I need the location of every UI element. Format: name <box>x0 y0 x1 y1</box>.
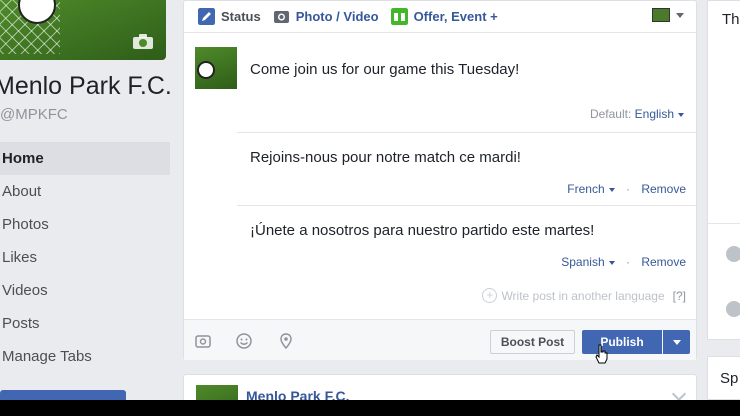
default-language-value[interactable]: English <box>635 107 674 121</box>
nav-item-home[interactable]: Home <box>0 142 170 175</box>
hand-cursor-icon <box>595 344 608 364</box>
page-nav: Home About Photos Likes Videos Posts Man… <box>0 142 170 373</box>
card-title: Sp <box>720 370 739 387</box>
translation-row-french: Rejoins-nous pour notre match ce mardi! … <box>237 132 698 205</box>
boost-post-button[interactable]: Boost Post <box>490 330 575 354</box>
tab-photo-video-label: Photo / Video <box>295 9 379 24</box>
right-sidebar-card: Sp <box>707 356 740 400</box>
location-pin-icon[interactable] <box>278 333 294 349</box>
right-sidebar-card: Th <box>707 0 740 340</box>
tab-offer-event-label: Offer, Event + <box>413 9 498 24</box>
remove-translation-link[interactable]: Remove <box>641 255 686 269</box>
nav-item-photos[interactable]: Photos <box>0 208 170 241</box>
translation-controls: French · Remove <box>567 182 686 196</box>
chevron-down-icon <box>678 112 684 117</box>
publish-options-button[interactable] <box>663 330 690 354</box>
post-composer: Status Photo / Video Offer, Event + Come… <box>183 0 698 364</box>
tab-status-label: Status <box>221 9 261 24</box>
camera-icon[interactable] <box>132 34 154 50</box>
translation-row-spanish: ¡Únete a nosotros para nuestro partido e… <box>237 205 698 278</box>
user-icon <box>726 301 740 317</box>
camera-icon[interactable] <box>195 333 211 349</box>
letterbox-bar <box>0 400 740 416</box>
chevron-down-icon[interactable] <box>671 386 687 402</box>
default-language-label: Default: <box>589 107 632 121</box>
plus-icon: + <box>482 288 498 303</box>
chevron-down-icon <box>608 187 615 192</box>
page-handle[interactable]: @MPKFC <box>0 106 68 123</box>
tab-photo-video[interactable]: Photo / Video <box>273 8 379 25</box>
nav-item-likes[interactable]: Likes <box>0 241 170 274</box>
page-avatar <box>195 47 237 89</box>
composer-tabs: Status Photo / Video Offer, Event + <box>184 1 696 33</box>
nav-item-posts[interactable]: Posts <box>0 307 170 340</box>
user-icon <box>726 246 740 262</box>
pencil-icon <box>198 8 215 25</box>
tab-status[interactable]: Status <box>198 8 261 25</box>
language-selector[interactable]: French <box>567 182 604 196</box>
write-another-language-label: Write post in another language <box>501 288 665 303</box>
divider <box>708 223 740 224</box>
tab-offer-event[interactable]: Offer, Event + <box>390 8 498 25</box>
write-another-language[interactable]: + Write post in another language [?] <box>482 288 686 303</box>
separator-dot: · <box>625 255 630 269</box>
chevron-down-icon <box>608 260 615 265</box>
card-title: Th <box>722 11 740 28</box>
smiley-icon[interactable] <box>236 333 252 349</box>
nav-item-manage-tabs[interactable]: Manage Tabs <box>0 340 170 373</box>
remove-translation-link[interactable]: Remove <box>641 182 686 196</box>
separator-dot: · <box>625 182 630 196</box>
composer-toolbar: Boost Post Publish <box>184 319 696 364</box>
translation-text[interactable]: Rejoins-nous pour notre match ce mardi! <box>250 149 521 166</box>
nav-item-about[interactable]: About <box>0 175 170 208</box>
post-text[interactable]: Come join us for our game this Tuesday! <box>250 61 519 78</box>
help-link[interactable]: [?] <box>673 289 686 303</box>
posting-as-avatar[interactable] <box>652 8 670 22</box>
page-profile-picture[interactable] <box>0 0 166 60</box>
nav-item-videos[interactable]: Videos <box>0 274 170 307</box>
offer-icon <box>390 8 408 25</box>
chevron-down-icon[interactable] <box>676 13 684 18</box>
translation-text[interactable]: ¡Únete a nosotros para nuestro partido e… <box>250 222 594 239</box>
default-language-selector[interactable]: Default: English <box>590 107 684 121</box>
camera-icon <box>273 11 289 23</box>
translation-controls: Spanish · Remove <box>561 255 686 269</box>
language-selector[interactable]: Spanish <box>561 255 604 269</box>
publish-button[interactable]: Publish <box>582 330 662 354</box>
page-name[interactable]: Menlo Park F.C. <box>0 72 172 101</box>
